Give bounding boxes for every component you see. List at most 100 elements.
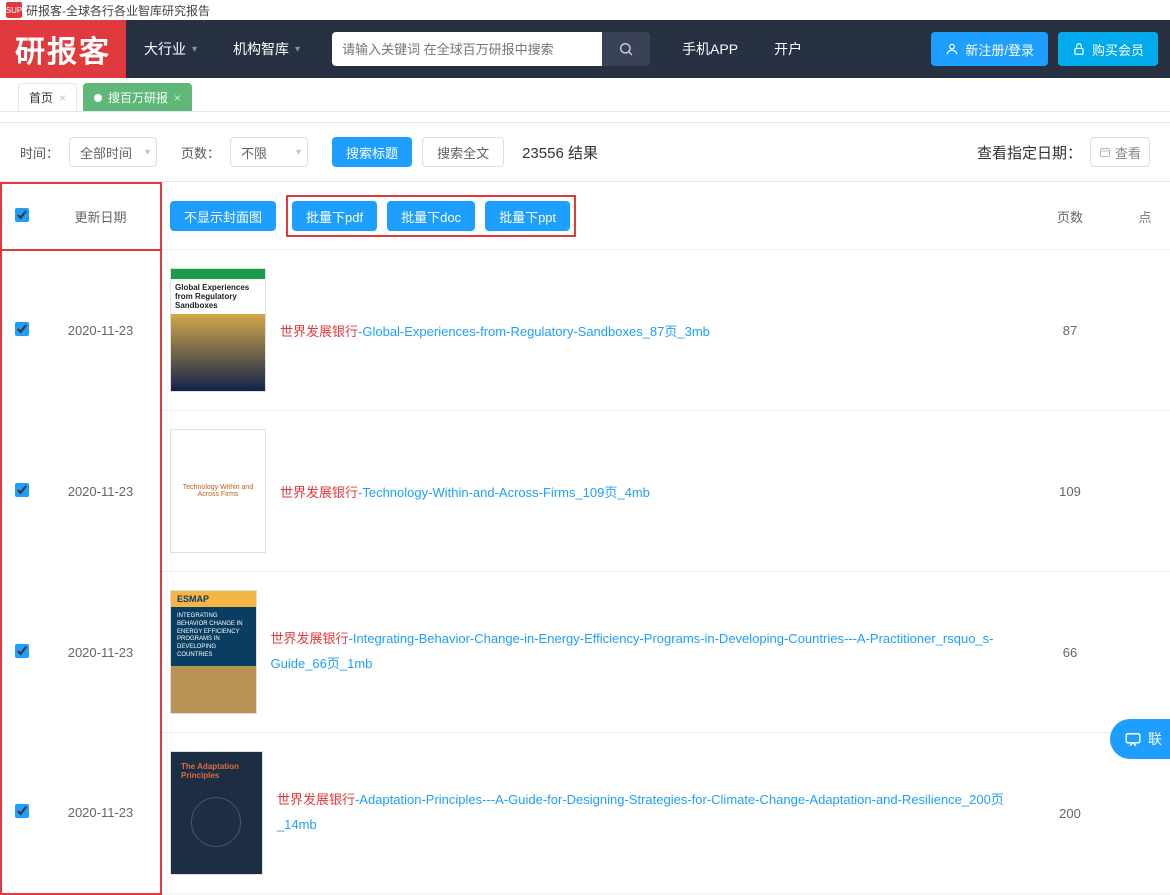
column-header-extra: 点 — [1120, 183, 1170, 250]
dot-icon — [94, 94, 102, 102]
nav-item-label: 开户 — [774, 39, 802, 59]
close-icon[interactable]: × — [59, 91, 66, 105]
window-titlebar: SUP 研报客-全球各行各业智库研究报告 — [0, 0, 1170, 20]
cover-thumbnail[interactable]: Technology Within and Across Firms — [170, 429, 266, 553]
chevron-down-icon: ▾ — [145, 147, 150, 158]
cover-thumbnail[interactable]: ESMAP INTEGRATING BEHAVIOR CHANGE IN ENE… — [170, 590, 257, 714]
row-checkbox[interactable] — [15, 804, 29, 818]
nav-item-label: 手机APP — [682, 39, 738, 59]
button-label: 查看 — [1115, 143, 1141, 162]
row-date: 2020-11-23 — [41, 733, 161, 894]
column-header-date: 更新日期 — [41, 183, 161, 250]
table-row: 2020-11-23 Technology Within and Across … — [1, 411, 1170, 572]
result-count: 23556 结果 — [522, 142, 598, 163]
calendar-icon — [1099, 146, 1111, 158]
column-header-title: 不显示封面图 批量下pdf 批量下doc 批量下ppt — [161, 183, 1020, 250]
batch-pdf-button[interactable]: 批量下pdf — [292, 201, 377, 231]
close-icon[interactable]: × — [174, 91, 181, 105]
report-source: 世界发展银行 — [271, 631, 349, 646]
chevron-down-icon: ▾ — [295, 44, 300, 55]
cover-title: ESMAP — [171, 591, 256, 607]
report-source: 世界发展银行 — [280, 324, 358, 339]
app-favicon: SUP — [6, 2, 22, 18]
tab-label: 首页 — [29, 89, 53, 106]
nav-item-label: 大行业 — [144, 39, 186, 59]
search-group — [332, 32, 650, 66]
nav-item-institution[interactable]: 机构智库 ▾ — [215, 20, 318, 78]
row-pages: 66 — [1020, 572, 1120, 733]
nav-item-mobile-app[interactable]: 手机APP — [664, 20, 756, 78]
tab-label: 搜百万研报 — [108, 89, 168, 106]
chevron-down-icon: ▾ — [296, 147, 301, 158]
row-checkbox[interactable] — [15, 483, 29, 497]
report-title: -Technology-Within-and-Across-Firms_109页… — [358, 485, 650, 500]
select-all-checkbox[interactable] — [15, 208, 29, 222]
tab-search-reports[interactable]: 搜百万研报 × — [83, 83, 192, 111]
report-link[interactable]: 世界发展银行-Adaptation-Principles---A-Guide-f… — [277, 788, 1012, 837]
button-label: 联 — [1148, 729, 1162, 749]
chat-icon — [1124, 730, 1142, 748]
search-button[interactable] — [602, 32, 650, 66]
window-title: 研报客-全球各行各业智库研究报告 — [26, 2, 210, 19]
nav-item-open-account[interactable]: 开户 — [756, 20, 820, 78]
buy-vip-button[interactable]: 购买会员 — [1058, 32, 1158, 66]
navbar: 研报客 大行业 ▾ 机构智库 ▾ 手机APP 开户 新注册/登录 购买会员 — [0, 20, 1170, 78]
view-date-label: 查看指定日期： — [977, 142, 1082, 163]
tabs-bar: 首页 × 搜百万研报 × — [0, 78, 1170, 112]
view-date-button[interactable]: 查看 — [1090, 137, 1150, 167]
logo[interactable]: 研报客 — [0, 20, 126, 78]
lock-icon — [1072, 42, 1086, 56]
row-pages: 200 — [1020, 733, 1120, 894]
search-input[interactable] — [332, 32, 602, 66]
nav-item-label: 机构智库 — [233, 39, 289, 59]
row-pages: 109 — [1020, 411, 1120, 572]
row-date: 2020-11-23 — [41, 572, 161, 733]
search-icon — [618, 41, 634, 57]
report-source: 世界发展银行 — [280, 485, 358, 500]
button-label: 购买会员 — [1092, 40, 1144, 59]
batch-download-group: 批量下pdf 批量下doc 批量下ppt — [286, 195, 576, 237]
user-icon — [945, 42, 959, 56]
contact-button[interactable]: 联 — [1110, 719, 1170, 759]
navbar-right: 新注册/登录 购买会员 — [931, 32, 1170, 66]
row-checkbox[interactable] — [15, 644, 29, 658]
row-date: 2020-11-23 — [41, 250, 161, 411]
cover-thumbnail[interactable]: The Adaptation Principles — [170, 751, 263, 875]
nav-item-industry[interactable]: 大行业 ▾ — [126, 20, 215, 78]
time-label: 时间： — [20, 143, 59, 162]
row-checkbox[interactable] — [15, 322, 29, 336]
button-label: 新注册/登录 — [965, 40, 1034, 59]
report-source: 世界发展银行 — [277, 792, 355, 807]
search-title-button[interactable]: 搜索标题 — [332, 137, 412, 167]
report-link[interactable]: 世界发展银行-Integrating-Behavior-Change-in-En… — [271, 627, 1013, 676]
row-date: 2020-11-23 — [41, 411, 161, 572]
tab-home[interactable]: 首页 × — [18, 83, 77, 111]
time-select[interactable]: 全部时间 ▾ — [69, 137, 157, 167]
report-link[interactable]: 世界发展银行-Global-Experiences-from-Regulator… — [280, 321, 710, 340]
filters-right: 查看指定日期： 查看 — [977, 137, 1150, 167]
batch-ppt-button[interactable]: 批量下ppt — [485, 201, 570, 231]
hide-cover-button[interactable]: 不显示封面图 — [170, 201, 276, 231]
cover-title: Technology Within and Across Firms — [175, 484, 261, 498]
results-table: 更新日期 不显示封面图 批量下pdf 批量下doc 批量下ppt 页数 点 20… — [0, 182, 1170, 895]
report-title: -Global-Experiences-from-Regulatory-Sand… — [358, 324, 710, 339]
filters-bar: 时间： 全部时间 ▾ 页数： 不限 ▾ 搜索标题 搜索全文 23556 结果 查… — [0, 122, 1170, 182]
select-value: 全部时间 — [80, 143, 132, 162]
cover-thumbnail[interactable]: Global Experiences from Regulatory Sandb… — [170, 268, 266, 392]
chevron-down-icon: ▾ — [192, 44, 197, 55]
table-row: 2020-11-23 Global Experiences from Regul… — [1, 250, 1170, 411]
row-pages: 87 — [1020, 250, 1120, 411]
cover-title: Global Experiences from Regulatory Sandb… — [175, 283, 261, 310]
pages-select[interactable]: 不限 ▾ — [230, 137, 308, 167]
search-fulltext-button[interactable]: 搜索全文 — [422, 137, 504, 167]
pages-label: 页数： — [181, 143, 220, 162]
column-header-pages: 页数 — [1020, 183, 1120, 250]
table-row: 2020-11-23 ESMAP INTEGRATING BEHAVIOR CH… — [1, 572, 1170, 733]
register-login-button[interactable]: 新注册/登录 — [931, 32, 1048, 66]
batch-doc-button[interactable]: 批量下doc — [387, 201, 475, 231]
report-link[interactable]: 世界发展银行-Technology-Within-and-Across-Firm… — [280, 482, 650, 501]
report-title: -Integrating-Behavior-Change-in-Energy-E… — [271, 631, 994, 671]
cover-title: The Adaptation Principles — [181, 762, 252, 780]
table-row: 2020-11-23 The Adaptation Principles 世界发… — [1, 733, 1170, 894]
select-value: 不限 — [241, 143, 267, 162]
